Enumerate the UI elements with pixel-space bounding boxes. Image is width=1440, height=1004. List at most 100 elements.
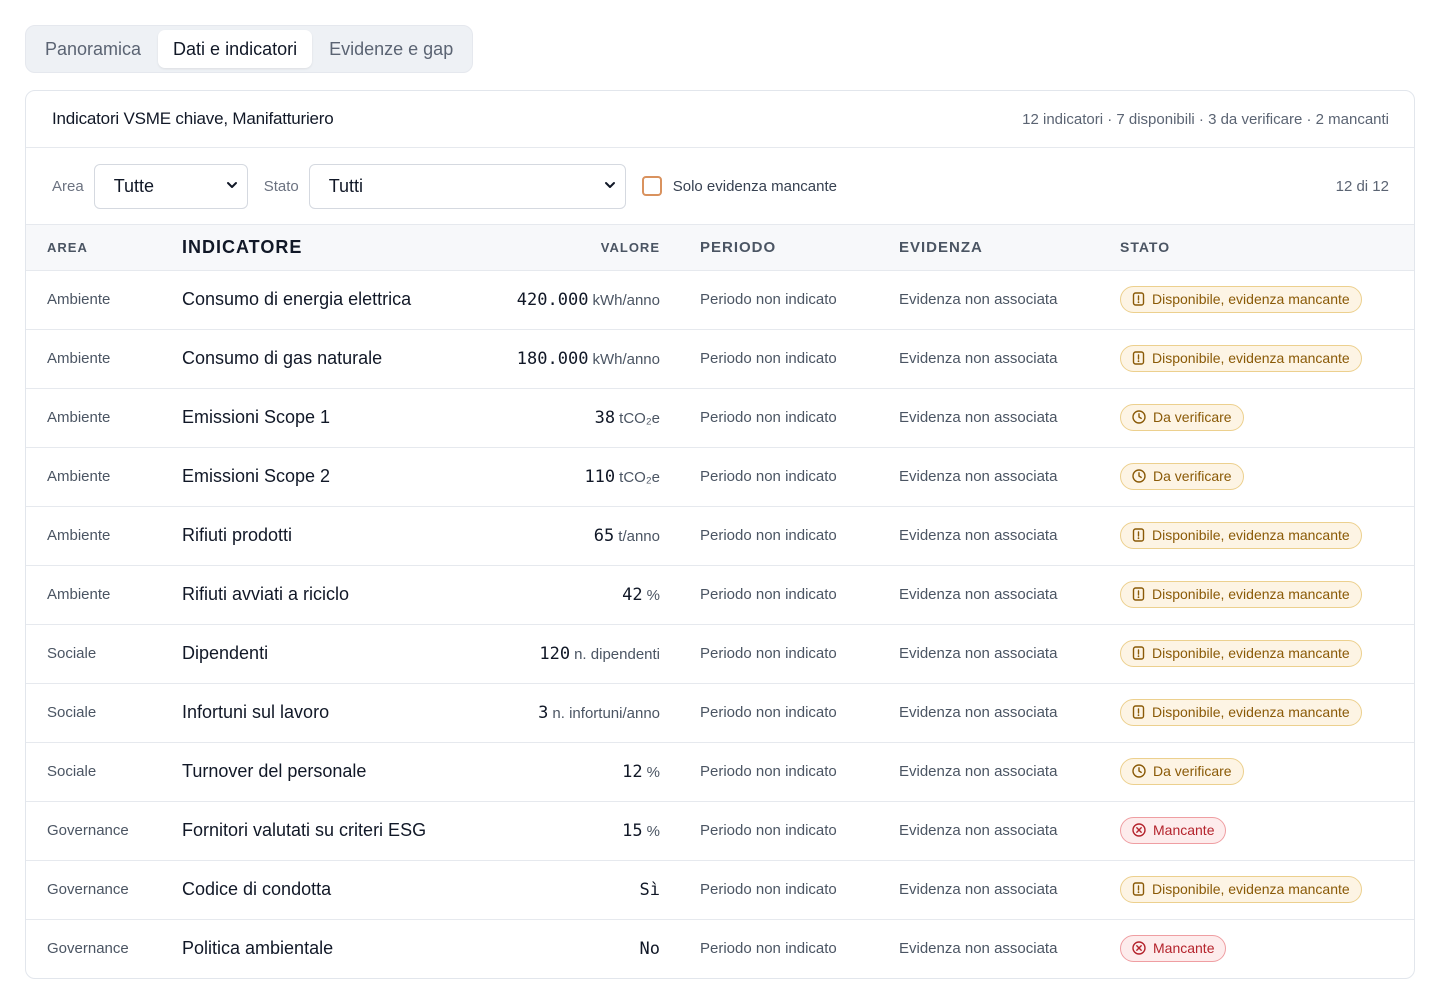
only-missing-label[interactable]: Solo evidenza mancante: [673, 178, 837, 195]
tab-evidenze-e-gap[interactable]: Evidenze e gap: [314, 30, 468, 68]
status-badge-label: Disponibile, evidenza mancante: [1152, 704, 1350, 720]
cell-evidence: Evidenza non associata: [899, 645, 1058, 662]
column-header-value[interactable]: VALORE: [482, 225, 660, 270]
status-badge: Da verificare: [1120, 463, 1244, 490]
cell-value: No: [482, 919, 660, 978]
stato-select[interactable]: Tutti: [308, 163, 626, 209]
value-unit: kWh/anno: [592, 291, 660, 309]
cell-indicator: Rifiuti avviati a riciclo: [182, 584, 350, 604]
cell-indicator: Fornitori valutati su criteri ESG: [182, 820, 427, 840]
cell-area: Sociale: [47, 763, 97, 780]
cell-evidence: Evidenza non associata: [899, 822, 1058, 839]
tab-dati-e-indicatori[interactable]: Dati e indicatori: [158, 30, 313, 68]
cell-indicator: Emissioni Scope 1: [182, 407, 331, 427]
cell-period: Periodo non indicato: [700, 409, 837, 426]
table-row[interactable]: Governance Politica ambientale No Periodo n…: [26, 919, 1414, 978]
tab-bar: Panoramica Dati e indicatori Evidenze e …: [25, 25, 474, 73]
area-select[interactable]: Tutte: [93, 163, 248, 209]
cell-evidence: Evidenza non associata: [899, 940, 1058, 958]
document-icon: [1132, 646, 1145, 660]
value-unit: n. infortuni/anno: [552, 704, 660, 722]
clock-icon: [1132, 469, 1146, 483]
x-circle-icon: [1132, 823, 1146, 837]
cell-status: Mancante: [1120, 801, 1414, 860]
cell-period: Periodo non indicato: [700, 468, 837, 485]
table-row[interactable]: Ambiente Rifiuti avviati a riciclo 42% Peri…: [26, 565, 1414, 624]
cell-status: Mancante: [1120, 919, 1414, 978]
cell-status: Disponibile, evidenza mancante: [1120, 565, 1414, 624]
table-row[interactable]: Sociale Turnover del personale 12% Periodo …: [26, 742, 1414, 801]
status-badge-label: Da verificare: [1153, 468, 1232, 484]
value-number: 3: [538, 702, 549, 723]
status-badge-label: Mancante: [1153, 822, 1215, 838]
column-header-period[interactable]: PERIODO: [660, 225, 899, 270]
cell-indicator: Infortuni sul lavoro: [182, 702, 330, 722]
table-row[interactable]: Ambiente Consumo di gas naturale 180.000 kW…: [26, 329, 1414, 388]
table-row[interactable]: Governance Codice di condotta Sì Periodo no…: [26, 860, 1414, 919]
chevron-down-icon: [603, 178, 617, 195]
table-row[interactable]: Sociale Infortuni sul lavoro 3 n. infortuni…: [26, 683, 1414, 742]
cell-period: Periodo non indicato: [700, 940, 837, 958]
value-number: 120: [539, 643, 571, 664]
cell-period: Periodo non indicato: [700, 822, 837, 839]
table-row[interactable]: Ambiente Rifiuti prodotti 65 t/anno Periodo …: [26, 506, 1414, 565]
cell-value: 38 tCO₂e: [482, 388, 660, 447]
cell-value: Sì: [482, 860, 660, 919]
clock-icon: [1132, 764, 1146, 778]
value-number: 110: [584, 466, 616, 487]
document-icon: [1132, 705, 1145, 719]
column-header-area[interactable]: AREA: [26, 225, 182, 270]
tab-panoramica[interactable]: Panoramica: [30, 30, 156, 68]
table-row[interactable]: Ambiente Emissioni Scope 1 38 tCO₂e Periodo …: [26, 388, 1414, 447]
table-row[interactable]: Ambiente Emissioni Scope 2 110 tCO₂e Periodo…: [26, 447, 1414, 506]
status-badge-label: Da verificare: [1153, 763, 1232, 779]
area-select-value: Tutte: [113, 175, 155, 196]
status-badge: Disponibile, evidenza mancante: [1120, 522, 1362, 549]
value-number: 38: [594, 407, 616, 428]
status-badge: Disponibile, evidenza mancante: [1120, 345, 1362, 372]
status-badge: Mancante: [1120, 817, 1227, 844]
cell-area: Ambiente: [47, 409, 111, 426]
status-badge: Da verificare: [1120, 758, 1244, 785]
status-badge: Disponibile, evidenza mancante: [1120, 699, 1362, 726]
area-filter-label: Area: [52, 177, 84, 195]
cell-status: Disponibile, evidenza mancante: [1120, 506, 1414, 565]
document-icon: [1132, 351, 1145, 365]
only-missing-toggle[interactable]: Solo evidenza mancante: [641, 176, 837, 196]
value-unit: %: [646, 763, 660, 781]
cell-period: Periodo non indicato: [700, 763, 837, 780]
value-number: 420.000: [516, 289, 589, 310]
cell-area: Ambiente: [47, 468, 111, 485]
only-missing-checkbox[interactable]: [641, 176, 662, 196]
cell-value: 65 t/anno: [482, 506, 660, 565]
status-badge: Disponibile, evidenza mancante: [1120, 876, 1362, 903]
x-circle-icon: [1132, 941, 1146, 955]
status-badge-label: Disponibile, evidenza mancante: [1152, 586, 1350, 602]
status-badge-label: Disponibile, evidenza mancante: [1152, 527, 1350, 543]
cell-area: Sociale: [47, 704, 97, 721]
value-unit: kWh/anno: [592, 350, 660, 368]
document-icon: [1132, 292, 1145, 306]
column-header-status[interactable]: STATO: [1120, 225, 1414, 270]
value-number: 180.000: [516, 348, 589, 369]
cell-area: Governance: [47, 822, 129, 839]
status-badge: Mancante: [1120, 935, 1227, 963]
indicators-card: Indicatori VSME chiave, Manifatturiero 1…: [25, 90, 1415, 979]
value-number: 15: [622, 820, 643, 841]
cell-period: Periodo non indicato: [700, 291, 837, 308]
cell-value: 15%: [482, 801, 660, 860]
value-number: 12: [622, 761, 643, 782]
column-header-evidence[interactable]: EVIDENZA: [899, 225, 1120, 270]
table-row[interactable]: Ambiente Consumo di energia elettrica 420.…: [26, 270, 1414, 329]
card-header: Indicatori VSME chiave, Manifatturiero 1…: [26, 91, 1414, 148]
value-number: Sì: [639, 879, 660, 900]
table-row[interactable]: Sociale Dipendenti 120 n. dipendenti Periodo…: [26, 624, 1414, 683]
cell-indicator: Politica ambientale: [182, 938, 334, 959]
cell-status: Disponibile, evidenza mancante: [1120, 329, 1414, 388]
cell-area: Ambiente: [47, 527, 111, 544]
value-number: 65: [593, 525, 615, 546]
value-number: No: [639, 938, 660, 959]
cell-evidence: Evidenza non associata: [899, 350, 1058, 367]
column-header-indicator[interactable]: INDICATORE: [182, 225, 482, 270]
table-row[interactable]: Governance Fornitori valutati su criteri …: [26, 801, 1414, 860]
